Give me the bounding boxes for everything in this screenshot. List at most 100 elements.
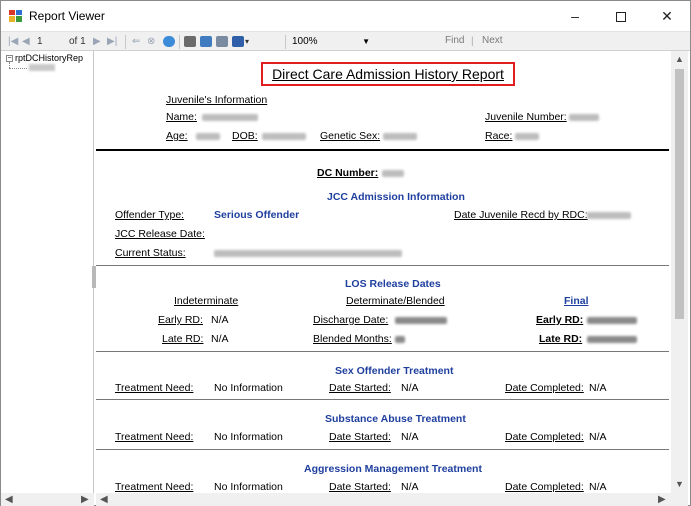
treatment-need-label: Treatment Need: [115, 431, 194, 443]
sex-offender-heading: Sex Offender Treatment [335, 365, 454, 377]
date-recd-label: Date Juvenile Recd by RDC: [454, 209, 588, 221]
late-rd-value: N/A [211, 333, 229, 345]
date-started-value: N/A [401, 431, 419, 443]
juvenile-info-heading: Juvenile's Information [166, 94, 268, 106]
close-button[interactable]: ✕ [644, 1, 690, 31]
collapse-icon[interactable]: − [6, 55, 13, 62]
treatment-need-label: Treatment Need: [115, 481, 194, 493]
substance-abuse-heading: Substance Abuse Treatment [325, 413, 466, 425]
print-layout-icon[interactable] [200, 36, 212, 47]
los-release-heading: LOS Release Dates [345, 278, 441, 290]
scroll-right-icon[interactable]: ▶ [658, 493, 666, 506]
final-early-rd-label: Early RD: [536, 314, 584, 326]
section-divider [96, 351, 669, 352]
doc-map-child-redacted[interactable] [29, 64, 55, 71]
current-page-input[interactable]: 1 [37, 35, 43, 49]
date-completed-value: N/A [589, 382, 607, 394]
vertical-scrollbar[interactable]: ▲ ▼ [671, 51, 688, 493]
minimize-button[interactable]: – [552, 1, 598, 31]
export-dropdown-icon[interactable]: ▾ [245, 35, 249, 49]
report-viewer-app-icon [9, 10, 22, 22]
final-late-rd-label: Late RD: [539, 333, 583, 345]
date-started-value: N/A [401, 382, 419, 394]
date-started-label: Date Started: [329, 382, 391, 394]
race-label: Race: [485, 130, 513, 142]
dc-number-redacted [382, 170, 404, 177]
document-map: − rptDCHistoryRep [1, 51, 94, 493]
scroll-left-icon[interactable]: ◀ [100, 493, 108, 506]
current-status-label: Current Status: [115, 247, 186, 259]
genetic-sex-label: Genetic Sex: [320, 130, 381, 142]
maximize-icon [616, 12, 626, 23]
scroll-up-icon[interactable]: ▲ [671, 51, 688, 68]
early-rd-label: Early RD: [158, 314, 203, 326]
export-icon[interactable] [232, 36, 244, 47]
report-title: Direct Care Admission History Report [261, 62, 515, 86]
juvenile-number-redacted [569, 114, 599, 121]
name-label: Name: [166, 111, 197, 123]
age-value-redacted [196, 133, 220, 140]
date-recd-redacted [587, 212, 631, 219]
back-icon[interactable]: ⇐ [132, 35, 140, 49]
final-early-rd-redacted [587, 317, 637, 324]
dob-value-redacted [262, 133, 306, 140]
section-divider [96, 149, 669, 151]
date-completed-label: Date Completed: [505, 481, 584, 493]
first-page-icon[interactable]: |◀ [8, 35, 18, 49]
late-rd-label: Late RD: [162, 333, 204, 345]
early-rd-value: N/A [211, 314, 229, 326]
treatment-need-label: Treatment Need: [115, 382, 194, 394]
section-divider [96, 449, 669, 450]
discharge-date-label: Discharge Date: [313, 314, 389, 326]
zoom-value: 100% [292, 36, 318, 47]
report-page: Direct Care Admission History Report Juv… [96, 51, 671, 493]
treatment-need-value: No Information [214, 481, 283, 493]
date-completed-value: N/A [589, 481, 607, 493]
previous-page-icon[interactable]: ◀ [22, 35, 30, 49]
stop-icon[interactable]: ⊗ [147, 35, 155, 49]
date-started-label: Date Started: [329, 481, 391, 493]
refresh-icon[interactable] [163, 36, 175, 47]
date-completed-value: N/A [589, 431, 607, 443]
resize-grip[interactable] [671, 493, 688, 506]
aggression-management-heading: Aggression Management Treatment [304, 463, 482, 475]
window-title: Report Viewer [29, 9, 105, 23]
race-value-redacted [515, 133, 539, 140]
jcc-release-date-label: JCC Release Date: [115, 228, 205, 240]
date-completed-label: Date Completed: [505, 382, 584, 394]
report-toolbar: |◀ ◀ 1 of 1 ▶ ▶| ⇐ ⊗ ▾ 100% ▼ Find | Nex… [1, 31, 690, 51]
last-page-icon[interactable]: ▶| [107, 35, 117, 49]
page-setup-icon[interactable] [216, 36, 228, 47]
blended-months-label: Blended Months: [313, 333, 392, 345]
report-horizontal-scrollbar[interactable]: ◀ ▶ [96, 493, 671, 506]
find-link[interactable]: Find [445, 35, 464, 46]
juvenile-number-label: Juvenile Number: [485, 111, 567, 123]
section-divider [96, 399, 669, 400]
treatment-need-value: No Information [214, 382, 283, 394]
section-divider [96, 265, 669, 266]
docmap-horizontal-scrollbar[interactable]: ◀ ▶ [1, 493, 94, 506]
scroll-right-icon[interactable]: ▶ [81, 493, 89, 506]
genetic-sex-redacted [383, 133, 417, 140]
determinate-blended-heading: Determinate/Blended [346, 295, 445, 307]
date-completed-label: Date Completed: [505, 431, 584, 443]
maximize-button[interactable] [598, 1, 644, 31]
indeterminate-heading: Indeterminate [174, 295, 239, 307]
zoom-dropdown-icon: ▼ [362, 37, 370, 46]
dc-number-label: DC Number: [317, 167, 379, 179]
jcc-admission-heading: JCC Admission Information [327, 191, 465, 203]
zoom-select[interactable]: 100% ▼ [292, 34, 382, 49]
scroll-down-icon[interactable]: ▼ [671, 476, 688, 493]
doc-map-root[interactable]: − rptDCHistoryRep [6, 53, 83, 63]
next-page-icon[interactable]: ▶ [93, 35, 101, 49]
find-next-link[interactable]: Next [482, 35, 503, 46]
scroll-left-icon[interactable]: ◀ [5, 493, 13, 506]
find-divider: | [471, 36, 474, 47]
print-icon[interactable] [184, 36, 196, 47]
vertical-scroll-thumb[interactable] [675, 69, 684, 319]
doc-map-root-label: rptDCHistoryRep [15, 53, 84, 63]
name-value-redacted [202, 114, 258, 121]
date-started-value: N/A [401, 481, 419, 493]
page-count-label: of 1 [69, 36, 86, 47]
discharge-date-redacted [395, 317, 447, 324]
